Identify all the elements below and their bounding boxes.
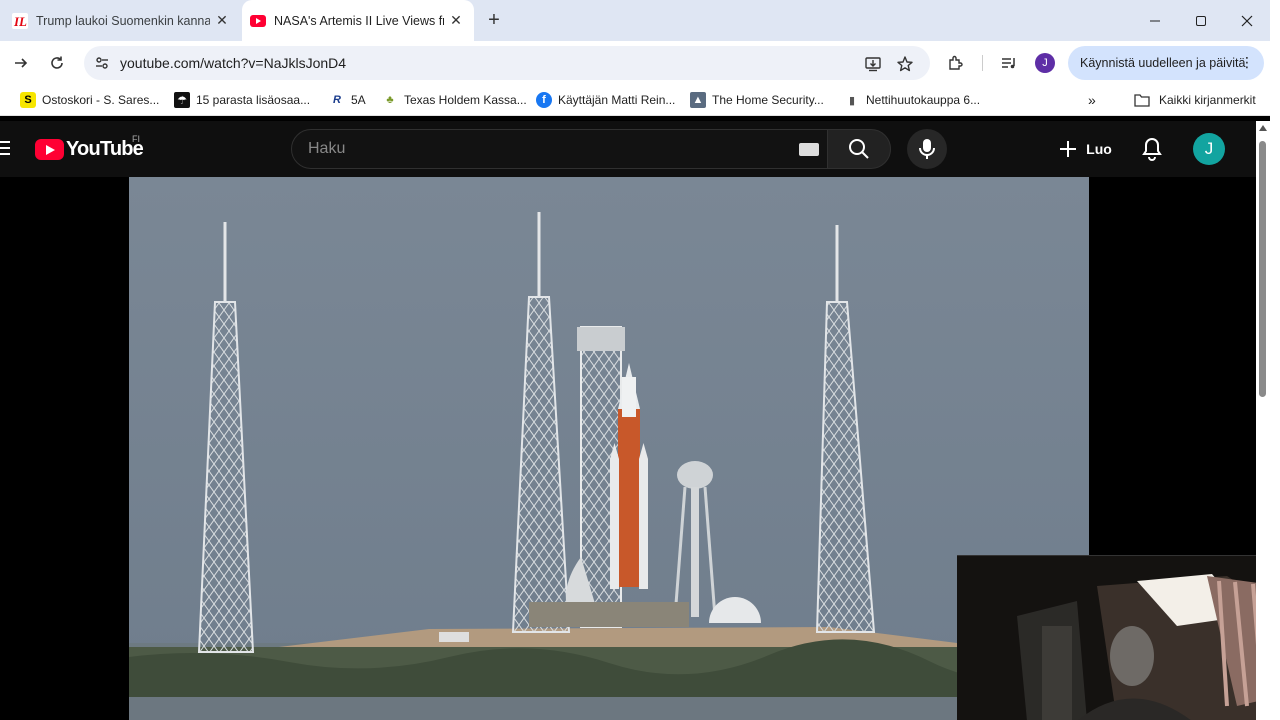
tab-title: Trump laukoi Suomenkin kanna — [36, 13, 210, 28]
close-tab-icon[interactable]: ✕ — [210, 9, 234, 33]
bookmark-item[interactable]: S Ostoskori - S. Sares... — [20, 85, 159, 115]
notifications-bell-icon[interactable] — [1136, 133, 1168, 165]
bookmark-item[interactable]: R 5A — [329, 85, 366, 115]
youtube-play-icon — [35, 139, 64, 160]
bookmark-item[interactable]: f Käyttäjän Matti Rein... — [536, 85, 675, 115]
maximize-button[interactable] — [1178, 0, 1224, 41]
svg-text:IL: IL — [13, 14, 27, 29]
close-window-button[interactable] — [1224, 0, 1270, 41]
more-menu-icon[interactable]: ⋮ — [1240, 54, 1254, 71]
reload-icon — [51, 56, 63, 69]
bookmark-label: Ostoskori - S. Sares... — [42, 93, 160, 107]
person-icon: ▲ — [690, 92, 706, 108]
arrow-right-icon — [15, 58, 28, 68]
url-text: youtube.com/watch?v=NaJklsJonD4 — [120, 55, 347, 71]
account-avatar[interactable]: J — [1193, 133, 1225, 165]
bookmarks-bar: S Ostoskori - S. Sares... ☂ 15 parasta l… — [0, 85, 1280, 116]
browser-toolbar: youtube.com/watch?v=NaJklsJonD4 J Käynni… — [0, 41, 1280, 85]
install-app-icon[interactable] — [862, 53, 884, 75]
create-label: Luo — [1086, 141, 1112, 157]
facebook-icon: f — [536, 92, 552, 108]
search-icon — [849, 139, 869, 159]
bookmark-label: Nettihuutokauppa 6... — [866, 93, 981, 107]
folder-icon — [1134, 92, 1150, 108]
bookmark-item[interactable]: ☂ 15 parasta lisäosaa... — [174, 85, 310, 115]
toolbar-divider — [982, 55, 983, 71]
tab-title: NASA's Artemis II Live Views fro — [274, 13, 444, 28]
s-group-icon: S — [20, 92, 36, 108]
scroll-up-icon[interactable] — [1259, 125, 1267, 131]
update-label: Käynnistä uudelleen ja päivitä — [1080, 56, 1246, 70]
search-input[interactable] — [308, 130, 778, 168]
bookmark-icon: ▮ — [848, 94, 856, 107]
bookmark-star-icon[interactable] — [894, 53, 916, 75]
search-box — [291, 129, 828, 169]
bookmark-item[interactable]: ▮ Nettihuutokauppa 6... — [844, 85, 980, 115]
media-controls-icon[interactable] — [995, 49, 1023, 77]
update-restart-button[interactable]: Käynnistä uudelleen ja päivitä ⋮ — [1068, 46, 1264, 80]
umbrella-icon: ☂ — [174, 92, 190, 108]
all-bookmarks-label: Kaikki kirjanmerkit — [1159, 93, 1256, 107]
search-button[interactable] — [827, 129, 891, 169]
microphone-icon — [919, 139, 935, 159]
close-tab-icon[interactable]: ✕ — [444, 9, 468, 33]
bookmark-item[interactable]: ▲ The Home Security... — [690, 85, 824, 115]
video-player[interactable] — [129, 177, 1089, 720]
bookmark-item[interactable]: ♣ Texas Holdem Kassa... — [382, 85, 527, 115]
menu-icon[interactable] — [0, 141, 10, 157]
extensions-icon[interactable] — [942, 49, 970, 77]
r-icon: R — [333, 94, 341, 106]
voice-search-button[interactable] — [907, 129, 947, 169]
all-bookmarks[interactable]: Kaikki kirjanmerkit — [1134, 85, 1256, 115]
youtube-icon — [250, 13, 266, 29]
plus-icon — [1060, 141, 1077, 157]
webcam-overlay — [957, 555, 1280, 720]
tab-iltalehti[interactable]: IL Trump laukoi Suomenkin kanna ✕ — [0, 0, 240, 41]
create-button[interactable]: Luo — [1048, 129, 1122, 169]
new-tab-button[interactable]: + — [482, 8, 506, 32]
minimize-button[interactable] — [1132, 0, 1178, 41]
keyboard-icon[interactable] — [799, 143, 819, 156]
tab-youtube[interactable]: NASA's Artemis II Live Views fro ✕ — [242, 0, 474, 41]
cards-icon: ♣ — [386, 94, 394, 106]
adjacent-window-edge — [1270, 0, 1280, 720]
forward-button[interactable] — [7, 49, 35, 77]
youtube-logo[interactable]: YouTube — [35, 138, 144, 161]
bookmark-label: 5A — [351, 93, 366, 107]
address-bar[interactable]: youtube.com/watch?v=NaJklsJonD4 — [84, 46, 930, 80]
page-scrollbar[interactable] — [1256, 121, 1270, 720]
bookmark-label: Käyttäjän Matti Rein... — [558, 93, 676, 107]
reload-button[interactable] — [43, 49, 71, 77]
region-code: FI — [132, 134, 140, 144]
video-frame — [129, 177, 1089, 720]
tab-strip: IL Trump laukoi Suomenkin kanna ✕ NASA's… — [0, 0, 1280, 41]
bookmarks-overflow[interactable]: » — [1088, 85, 1096, 115]
youtube-header: YouTube FI Luo J — [0, 121, 1256, 177]
bookmark-label: 15 parasta lisäosaa... — [196, 93, 311, 107]
profile-avatar[interactable]: J — [1035, 53, 1055, 73]
scrollbar-thumb[interactable] — [1259, 141, 1266, 397]
bookmark-label: The Home Security... — [712, 93, 824, 107]
bookmark-label: Texas Holdem Kassa... — [404, 93, 527, 107]
site-settings-icon[interactable] — [92, 53, 112, 73]
iltalehti-icon: IL — [12, 12, 28, 29]
